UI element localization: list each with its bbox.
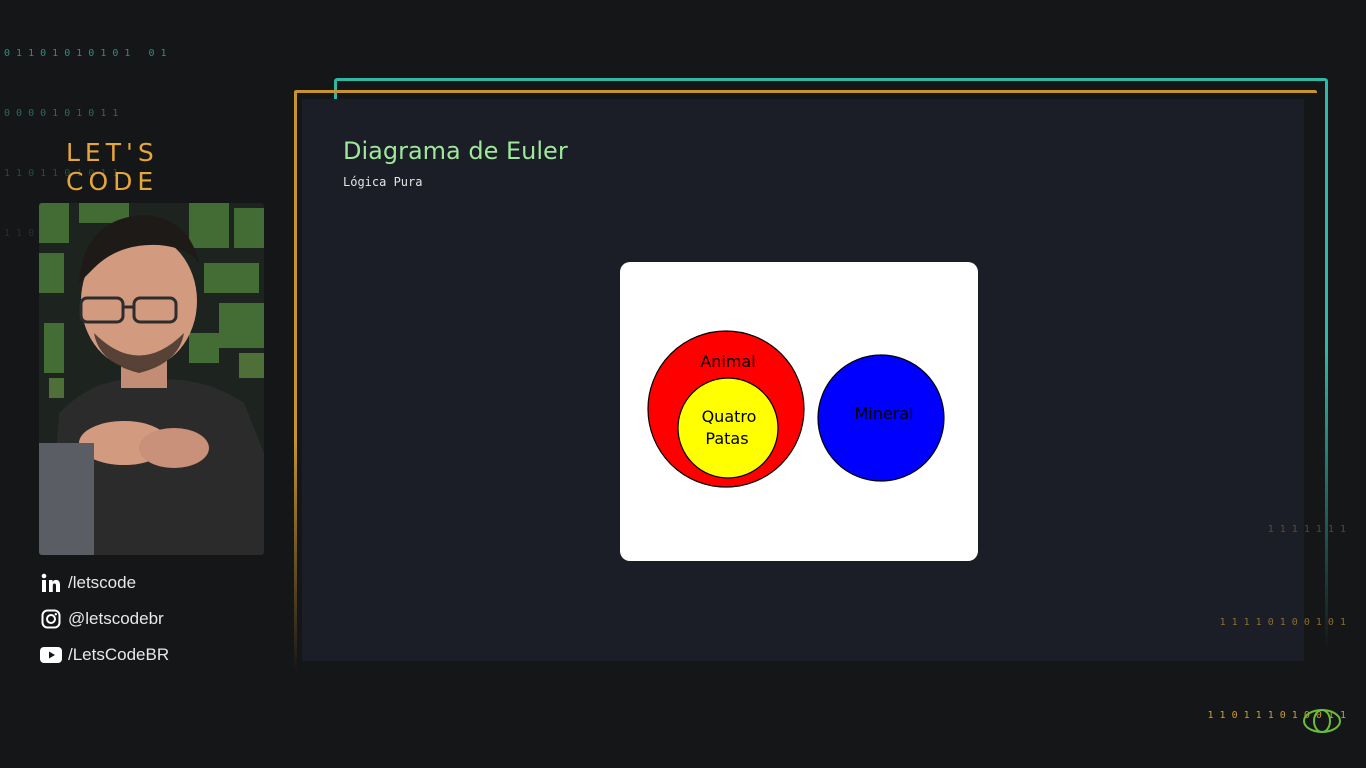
social-link-linkedin[interactable]: /letscode bbox=[40, 565, 169, 601]
presenter-illustration bbox=[39, 203, 264, 555]
social-link-instagram[interactable]: @letscodebr bbox=[40, 601, 169, 637]
instagram-icon bbox=[40, 608, 62, 630]
euler-diagram-card: Animal Quatro Patas Mineral bbox=[620, 262, 978, 561]
mineral-label: Mineral bbox=[854, 404, 913, 423]
brand-logo-text: LET'S CODE bbox=[66, 138, 159, 196]
slide-title: Diagrama de Euler bbox=[343, 137, 568, 165]
binary-row: 0 1 1 0 1 0 1 0 1 0 1 0 1 bbox=[4, 48, 167, 59]
euler-diagram: Animal Quatro Patas Mineral bbox=[647, 330, 945, 488]
social-links: /letscode @letscodebr /LetsCodeBR bbox=[40, 565, 169, 673]
binary-row: 1 1 1 1 1 1 1 bbox=[1267, 524, 1346, 535]
slide: Diagrama de Euler Lógica Pura Animal Qua… bbox=[302, 99, 1304, 661]
linkedin-handle: /letscode bbox=[68, 573, 137, 592]
binary-row: 0 0 0 0 1 0 1 0 1 1 bbox=[4, 108, 119, 119]
linkedin-icon bbox=[40, 572, 62, 594]
quatro-patas-circle bbox=[677, 377, 779, 479]
letscode-logo-icon bbox=[1302, 708, 1342, 738]
slide-subtitle: Lógica Pura bbox=[343, 175, 423, 189]
youtube-handle: /LetsCodeBR bbox=[68, 645, 170, 664]
youtube-icon bbox=[40, 644, 62, 666]
binary-row: 1 1 1 1 0 1 0 0 1 0 1 bbox=[1219, 617, 1346, 628]
quatro-label: Quatro bbox=[702, 407, 757, 426]
social-link-youtube[interactable]: /LetsCodeBR bbox=[40, 637, 169, 673]
instagram-handle: @letscodebr bbox=[68, 609, 164, 628]
presenter-video bbox=[39, 203, 264, 555]
patas-label: Patas bbox=[705, 429, 748, 448]
animal-label: Animal bbox=[700, 352, 755, 371]
